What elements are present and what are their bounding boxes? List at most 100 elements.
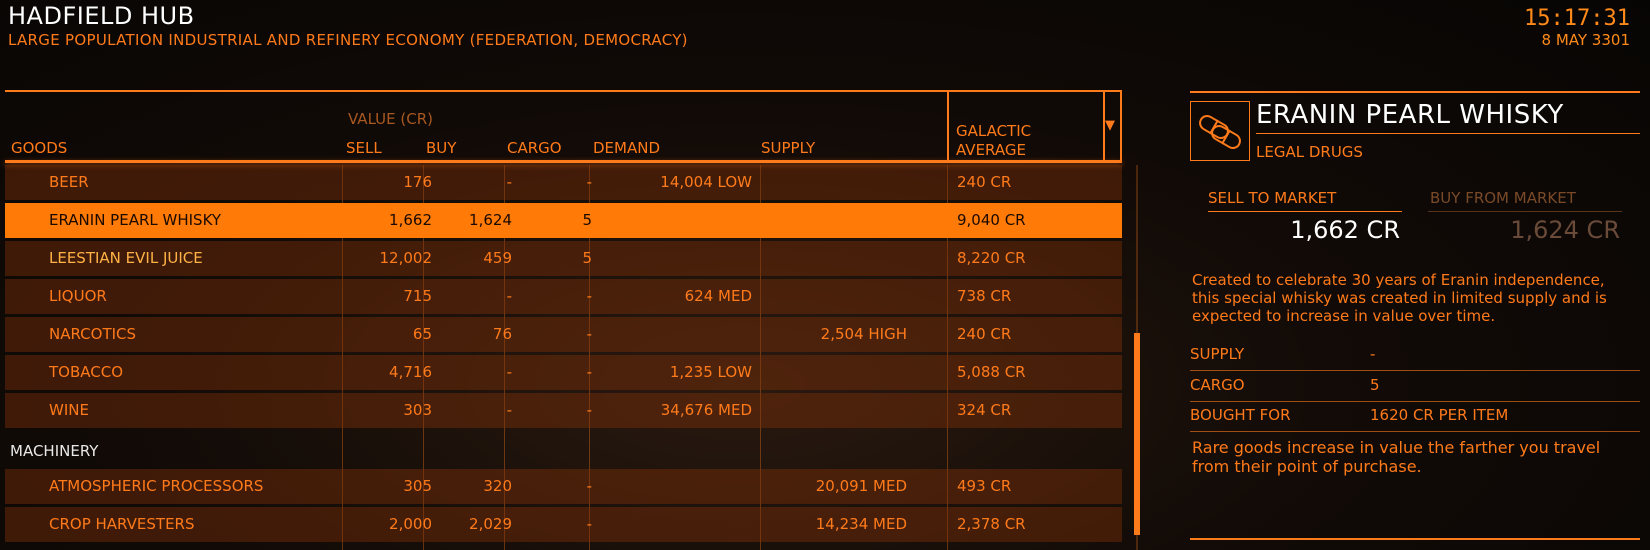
- table-row[interactable]: WINE 303 - - 34,676 MED 324 CR: [5, 393, 1122, 428]
- buy-price: 2,029: [469, 515, 512, 533]
- divider: [1190, 401, 1640, 402]
- supply: 2,504 HIGH: [820, 325, 907, 343]
- table-row[interactable]: ATMOSPHERIC PROCESSORS 305 320 - 20,091 …: [5, 469, 1122, 504]
- galactic-average: 324 CR: [957, 401, 1012, 419]
- demand: 34,676 MED: [660, 401, 752, 419]
- goods-name: LEESTIAN EVIL JUICE: [49, 249, 203, 267]
- bought-for-label: BOUGHT FOR: [1190, 406, 1291, 424]
- tab-underline-buy: [1428, 211, 1622, 212]
- goods-name: ERANIN PEARL WHISKY: [49, 211, 222, 229]
- supply-label: SUPPLY: [1190, 345, 1245, 363]
- galactic-average: 240 CR: [957, 325, 1012, 343]
- tab-sell-to-market[interactable]: SELL TO MARKET: [1208, 189, 1336, 207]
- value-group-header: VALUE (CR): [348, 110, 433, 128]
- detail-category: LEGAL DRUGS: [1256, 143, 1363, 161]
- sell-price: 12,002: [379, 249, 433, 267]
- sell-price: 4,716: [389, 363, 432, 381]
- buy-price: 1,624: [469, 211, 512, 229]
- buy-price: -: [506, 401, 512, 419]
- goods-name: CROP HARVESTERS: [49, 515, 195, 533]
- cargo-count: 5: [582, 249, 592, 267]
- station-description: LARGE POPULATION INDUSTRIAL AND REFINERY…: [8, 31, 688, 49]
- table-row[interactable]: NARCOTICS 65 76 - 2,504 HIGH 240 CR: [5, 317, 1122, 352]
- game-date: 8 MAY 3301: [1541, 31, 1630, 49]
- sort-dropdown-icon[interactable]: ▼: [1105, 118, 1115, 133]
- table-header-bottom-line: [5, 160, 1122, 163]
- buy-price: 76: [492, 325, 512, 343]
- cargo-count: -: [586, 477, 592, 495]
- galactic-average-header-line2[interactable]: AVERAGE: [956, 141, 1026, 159]
- buy-price: -: [506, 287, 512, 305]
- table-row[interactable]: BEER 176 - - 14,004 LOW 240 CR: [5, 165, 1122, 200]
- table-header-top-line: [5, 90, 1122, 92]
- buy-price: 459: [483, 249, 512, 267]
- cargo-count: -: [586, 173, 592, 191]
- table-row[interactable]: LEESTIAN EVIL JUICE 12,002 459 5 8,220 C…: [5, 241, 1122, 276]
- goods-name: NARCOTICS: [49, 325, 137, 343]
- demand: 14,004 LOW: [660, 173, 752, 191]
- cargo-count: -: [586, 287, 592, 305]
- goods-name: TOBACCO: [49, 363, 124, 381]
- buy-price-display: 1,624 CR: [1510, 216, 1620, 244]
- sell-price: 1,662: [389, 211, 432, 229]
- goods-name: BEER: [49, 173, 89, 191]
- sell-price: 2,000: [389, 515, 432, 533]
- goods-name: ATMOSPHERIC PROCESSORS: [49, 477, 264, 495]
- supply-column-header[interactable]: SUPPLY: [761, 139, 815, 157]
- commodity-description: Created to celebrate 30 years of Eranin …: [1192, 271, 1607, 325]
- galactic-average: 493 CR: [957, 477, 1012, 495]
- sell-price: 715: [403, 287, 432, 305]
- supply: 14,234 MED: [815, 515, 907, 533]
- tab-underline-sell: [1208, 211, 1402, 212]
- buy-column-header[interactable]: BUY: [426, 139, 456, 157]
- category-header: MACHINERY: [5, 434, 1122, 469]
- detail-title-underline: [1256, 133, 1640, 134]
- cargo-count: -: [586, 401, 592, 419]
- supply-value: -: [1370, 345, 1376, 363]
- cargo-count: -: [586, 363, 592, 381]
- divider: [1190, 370, 1640, 371]
- goods-table: BEER 176 - - 14,004 LOW 240 CR ERANIN PE…: [5, 165, 1122, 550]
- scrollbar-thumb[interactable]: [1134, 333, 1140, 535]
- buy-price: 320: [483, 477, 512, 495]
- cargo-value: 5: [1370, 376, 1380, 394]
- galactic-average: 5,088 CR: [957, 363, 1026, 381]
- buy-price: -: [506, 173, 512, 191]
- sell-price: 303: [403, 401, 432, 419]
- tab-buy-from-market[interactable]: BUY FROM MARKET: [1430, 189, 1576, 207]
- supply: 20,091 MED: [815, 477, 907, 495]
- galactic-average-header-line1[interactable]: GALACTIC: [956, 122, 1031, 140]
- table-row[interactable]: CROP HARVESTERS 2,000 2,029 - 14,234 MED…: [5, 507, 1122, 542]
- galactic-average: 8,220 CR: [957, 249, 1026, 267]
- sell-price: 176: [403, 173, 432, 191]
- goods-column-header[interactable]: GOODS: [11, 139, 67, 157]
- divider: [1190, 431, 1640, 432]
- goods-name: WINE: [49, 401, 89, 419]
- galactic-average: 738 CR: [957, 287, 1012, 305]
- demand: 624 MED: [684, 287, 752, 305]
- table-row[interactable]: LIQUOR 715 - - 624 MED 738 CR: [5, 279, 1122, 314]
- demand-column-header[interactable]: DEMAND: [593, 139, 660, 157]
- detail-panel-bottom-line: [1190, 538, 1640, 540]
- galactic-average: 240 CR: [957, 173, 1012, 191]
- sell-price-display: 1,662 CR: [1290, 216, 1400, 244]
- category-name: MACHINERY: [10, 442, 99, 460]
- detail-panel-top-line: [1190, 91, 1640, 93]
- galactic-average: 9,040 CR: [957, 211, 1026, 229]
- sell-column-header[interactable]: SELL: [346, 139, 382, 157]
- bought-for-value: 1620 CR PER ITEM: [1370, 406, 1509, 424]
- goods-name: LIQUOR: [49, 287, 107, 305]
- clock: 15:17:31: [1524, 6, 1630, 31]
- table-row-selected[interactable]: ERANIN PEARL WHISKY 1,662 1,624 5 9,040 …: [5, 203, 1122, 238]
- header-divider: [947, 90, 949, 162]
- cargo-column-header[interactable]: CARGO: [507, 139, 562, 157]
- sell-price: 65: [412, 325, 432, 343]
- cargo-count: -: [586, 515, 592, 533]
- cargo-count: 5: [582, 211, 592, 229]
- rare-goods-note: Rare goods increase in value the farther…: [1192, 438, 1601, 476]
- table-row[interactable]: TOBACCO 4,716 - - 1,235 LOW 5,088 CR: [5, 355, 1122, 390]
- station-name: HADFIELD HUB: [8, 2, 195, 30]
- detail-title: ERANIN PEARL WHISKY: [1256, 100, 1564, 130]
- demand: 1,235 LOW: [669, 363, 752, 381]
- pills-icon: [1190, 101, 1250, 161]
